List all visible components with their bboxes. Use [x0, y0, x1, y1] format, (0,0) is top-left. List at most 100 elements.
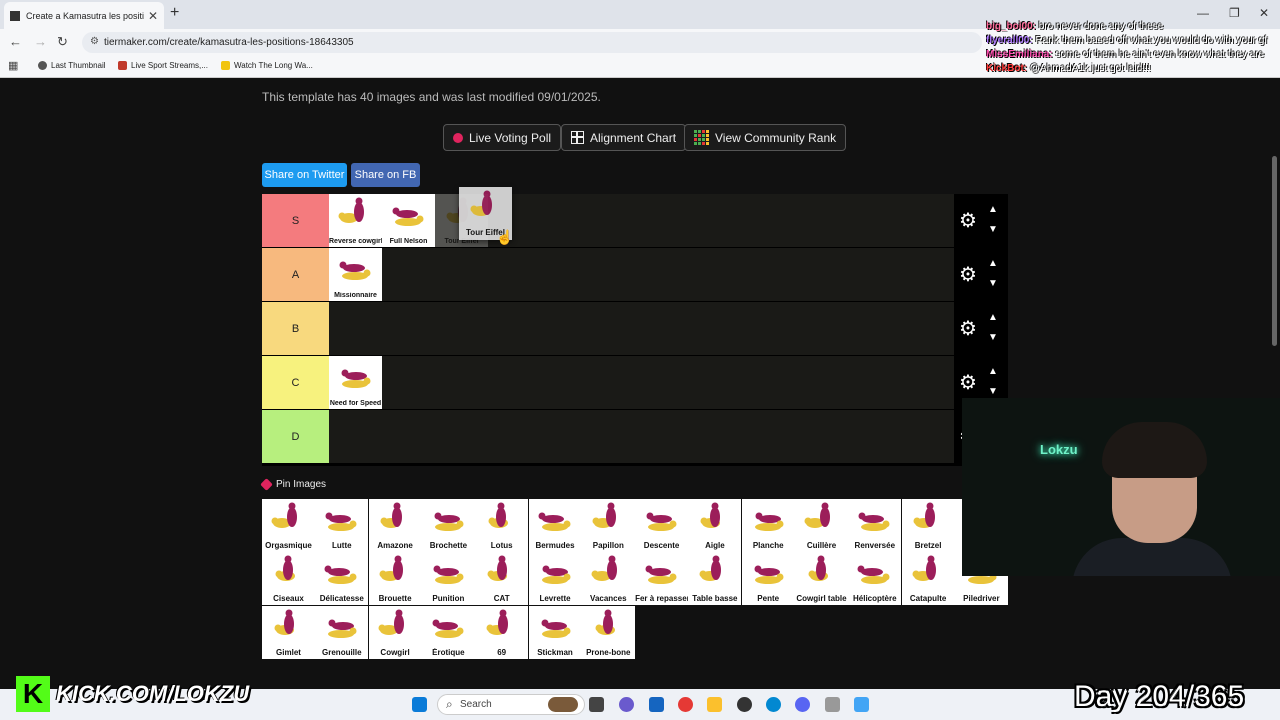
close-tab-icon[interactable]: ✕ — [148, 9, 158, 23]
position-illustration-icon — [754, 512, 784, 531]
tier-drop-zone[interactable] — [329, 302, 954, 355]
tier-label[interactable]: C — [262, 356, 329, 409]
image-card[interactable]: Missionnaire — [329, 248, 382, 301]
apps-grid-icon[interactable]: ▦ — [8, 59, 18, 72]
bookmark-long-wait[interactable]: Watch The Long Wa... — [221, 61, 313, 70]
alignment-chart-button[interactable]: Alignment Chart — [561, 124, 687, 151]
image-card[interactable]: Hélicoptère — [848, 552, 902, 606]
card-caption: Piledriver — [963, 594, 1000, 604]
image-card[interactable]: Brouette — [368, 552, 422, 606]
image-card[interactable]: Orgasmique — [262, 499, 315, 552]
image-card[interactable]: Descente — [635, 499, 689, 552]
image-card[interactable]: Amazone — [368, 499, 422, 552]
tier-label[interactable]: B — [262, 302, 329, 355]
image-card[interactable]: Brochette — [421, 499, 475, 552]
tier-label[interactable]: S — [262, 194, 329, 247]
windows-start-icon[interactable] — [412, 697, 427, 712]
community-rank-button[interactable]: View Community Rank — [684, 124, 847, 151]
tier-row: D⚙▲▼ — [262, 410, 1008, 464]
image-card[interactable]: Lutte — [315, 499, 369, 552]
tier-label[interactable]: A — [262, 248, 329, 301]
position-illustration-icon — [646, 512, 677, 531]
back-icon[interactable]: ← — [9, 34, 22, 49]
task-view-icon[interactable] — [589, 697, 604, 712]
image-card[interactable]: Reverse cowgirl — [329, 194, 382, 247]
image-card[interactable]: 69 — [475, 605, 529, 659]
copilot-icon[interactable] — [619, 697, 634, 712]
tier-drop-zone[interactable]: Reverse cowgirl Full Nelson Tour Eiffel — [329, 194, 954, 247]
image-card[interactable]: Lotus — [475, 499, 529, 552]
browser-tab[interactable]: Create a Kamasutra les positio ✕ — [4, 2, 164, 29]
image-card[interactable]: Full Nelson — [382, 194, 435, 247]
position-illustration-icon — [592, 502, 616, 528]
bookmark-live-sport[interactable]: Live Sport Streams,... — [118, 61, 208, 70]
gear-icon[interactable]: ⚙ — [959, 370, 977, 395]
image-card[interactable]: Cuillère — [795, 499, 848, 552]
tier-label[interactable]: D — [262, 410, 329, 463]
site-info-icon[interactable]: ⚙ — [90, 36, 99, 47]
image-card[interactable]: Catapulte — [901, 552, 955, 606]
share-fb-button[interactable]: Share on FB — [351, 163, 420, 187]
image-card[interactable]: Stickman — [528, 605, 582, 659]
image-card[interactable]: Planche — [741, 499, 795, 552]
image-card[interactable]: Ciseaux — [262, 552, 315, 606]
gear-icon[interactable]: ⚙ — [959, 262, 977, 287]
edge-icon[interactable] — [766, 697, 781, 712]
obs-icon[interactable] — [737, 697, 752, 712]
discord-icon[interactable] — [795, 697, 810, 712]
image-card[interactable]: Table basse — [688, 552, 742, 606]
image-card[interactable]: Punition — [421, 552, 475, 606]
image-card[interactable]: CAT — [475, 552, 529, 606]
close-window-icon[interactable]: ✕ — [1259, 6, 1269, 20]
image-card[interactable]: Vacances — [581, 552, 635, 606]
url-field[interactable]: ⚙ tiermaker.com/create/kamasutra-les-pos… — [82, 32, 982, 53]
share-twitter-button[interactable]: Share on Twitter — [262, 163, 347, 187]
chrome-icon[interactable] — [678, 697, 693, 712]
tier-row: B ⚙ ▲ ▼ — [262, 302, 1008, 356]
image-card[interactable]: Fer à repasser — [635, 552, 689, 606]
card-caption: Pente — [757, 594, 780, 604]
chevron-down-icon[interactable]: ▼ — [988, 386, 998, 397]
image-card[interactable]: Bretzel — [901, 499, 955, 552]
pin-images-header: Pin Images — [260, 478, 326, 491]
image-card[interactable]: Gimlet — [262, 605, 315, 659]
widget-icon[interactable] — [548, 697, 578, 712]
image-card[interactable]: Bermudes — [528, 499, 582, 552]
image-card[interactable]: Levrette — [528, 552, 582, 606]
chevron-down-icon[interactable]: ▼ — [988, 224, 998, 235]
chevron-up-icon[interactable]: ▲ — [988, 204, 998, 215]
chevron-up-icon[interactable]: ▲ — [988, 312, 998, 323]
reload-icon[interactable]: ↻ — [57, 34, 68, 50]
chevron-down-icon[interactable]: ▼ — [988, 278, 998, 289]
forward-icon[interactable]: → — [34, 34, 47, 49]
chevron-down-icon[interactable]: ▼ — [988, 332, 998, 343]
tier-drop-zone[interactable]: Missionnaire — [329, 248, 954, 301]
snipping-tool-icon[interactable] — [825, 697, 840, 712]
live-voting-poll-button[interactable]: Live Voting Poll — [443, 124, 562, 151]
image-card[interactable]: Renversée — [848, 499, 902, 552]
bookmark-last-thumbnail[interactable]: Last Thumbnail — [38, 61, 106, 70]
image-card[interactable]: Papillon — [581, 499, 635, 552]
image-card[interactable]: Érotique — [421, 605, 475, 659]
chevron-up-icon[interactable]: ▲ — [988, 258, 998, 269]
minimize-icon[interactable]: — — [1197, 6, 1209, 20]
image-card[interactable]: Pente — [741, 552, 795, 606]
image-card[interactable]: Prone-bone — [581, 605, 635, 659]
image-card[interactable]: Aigle — [688, 499, 742, 552]
image-card[interactable]: Cowgirl table — [795, 552, 848, 606]
chevron-up-icon[interactable]: ▲ — [988, 366, 998, 377]
image-card[interactable]: Need for Speed — [329, 356, 382, 409]
file-explorer-icon[interactable] — [707, 697, 722, 712]
image-card[interactable]: Délicatesse — [315, 552, 369, 606]
tier-drop-zone[interactable]: Need for Speed — [329, 356, 954, 409]
page-scrollbar[interactable] — [1271, 80, 1278, 685]
gear-icon[interactable]: ⚙ — [959, 208, 977, 233]
image-card[interactable]: Grenouille — [315, 605, 369, 659]
new-tab-icon[interactable]: + — [170, 4, 179, 22]
tier-drop-zone[interactable] — [329, 410, 954, 463]
image-card[interactable]: Cowgirl — [368, 605, 422, 659]
gear-icon[interactable]: ⚙ — [959, 316, 977, 341]
maximize-icon[interactable]: ❐ — [1229, 6, 1240, 20]
store-icon[interactable] — [649, 697, 664, 712]
photos-icon[interactable] — [854, 697, 869, 712]
